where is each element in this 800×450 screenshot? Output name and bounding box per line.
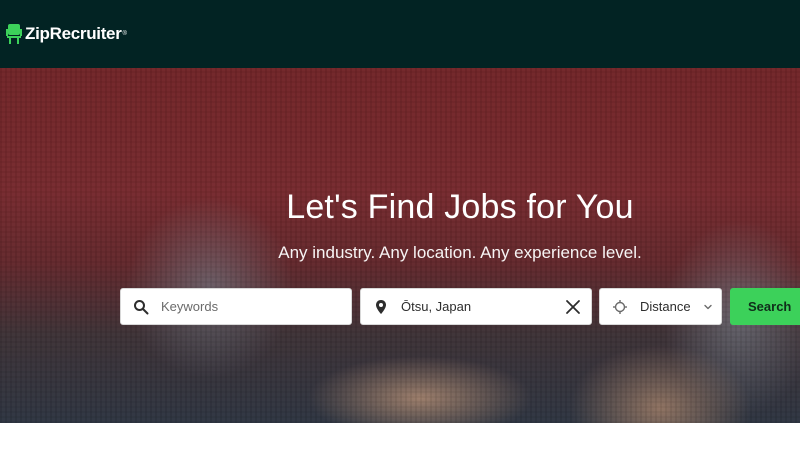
hero-subline: Any industry. Any location. Any experien…	[278, 243, 642, 262]
hero-banner: Let's Find Jobs for You Any industry. An…	[0, 68, 800, 423]
brand-name: ZipRecruiter	[25, 24, 122, 43]
keywords-input[interactable]	[161, 299, 321, 314]
distance-select[interactable]: Distance	[599, 288, 722, 325]
distance-label: Distance	[640, 299, 691, 314]
location-input[interactable]	[401, 299, 561, 314]
keywords-field[interactable]	[120, 288, 352, 325]
search-icon	[134, 299, 149, 314]
close-icon[interactable]	[565, 299, 581, 315]
location-field[interactable]	[360, 288, 592, 325]
brand-trademark: ®	[122, 31, 127, 37]
search-button[interactable]: Search	[730, 288, 800, 325]
chair-icon	[6, 24, 22, 44]
crosshair-icon	[613, 299, 627, 314]
ziprecruiter-logo[interactable]: ZipRecruiter ®	[6, 22, 127, 46]
map-pin-icon	[376, 299, 386, 314]
hero-headline: Let's Find Jobs for You	[286, 188, 634, 226]
chevron-down-icon	[703, 304, 712, 309]
site-header: ZipRecruiter ®	[0, 0, 800, 68]
